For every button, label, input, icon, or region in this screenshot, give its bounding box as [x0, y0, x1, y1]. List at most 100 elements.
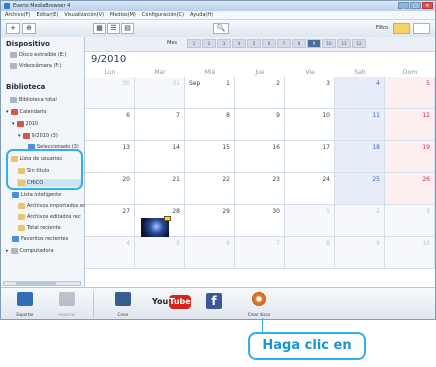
month-button-5[interactable]: 5 [247, 39, 261, 48]
month-button-2[interactable]: 2 [202, 39, 216, 48]
calendar-day-cell[interactable]: 1 Sep [185, 77, 235, 109]
calendar-day-cell[interactable]: 29 [185, 205, 235, 237]
calendar-day-cell[interactable]: 8 [285, 237, 335, 269]
calendar-day-cell[interactable]: 19 [385, 141, 435, 173]
calendar-day-cell[interactable]: 1 [285, 205, 335, 237]
calendar-day-cell[interactable]: 5 [135, 237, 185, 269]
sidebar-item-recent-total[interactable]: Total reciente [18, 225, 61, 231]
calendar-day-cell[interactable]: 22 [185, 173, 235, 205]
calendar-day-cell[interactable]: 11 [335, 109, 385, 141]
calendar-day-cell[interactable]: 21 [135, 173, 185, 205]
calendar-day-cell[interactable]: 23 [235, 173, 285, 205]
month-button-12[interactable]: 12 [352, 39, 366, 48]
calendar-day-cell[interactable]: 30 [235, 205, 285, 237]
calendar-day-cell[interactable]: 20 [85, 173, 135, 205]
menu-ayuda[interactable]: Ayuda(H) [190, 11, 213, 19]
edit-icon[interactable] [413, 23, 430, 34]
day-number: 7 [276, 240, 280, 247]
sidebar-item-removable-disk[interactable]: Disco extraíble (E:) [10, 52, 67, 58]
menu-visualizacion[interactable]: Visualización(V) [64, 11, 104, 19]
facebook-button[interactable]: f [206, 293, 222, 309]
calendar-view-icon[interactable]: ▤ [121, 23, 134, 34]
create-button[interactable]: Crear [105, 288, 141, 319]
search-icon[interactable]: 🔍 [213, 23, 229, 34]
calendar-day-cell[interactable]: 27 [85, 205, 135, 237]
sidebar-item-smart-list[interactable]: Lista inteligente [12, 192, 61, 198]
month-button-3[interactable]: 3 [217, 39, 231, 48]
calendar-day-cell[interactable]: 16 [235, 141, 285, 173]
month-button-6[interactable]: 6 [262, 39, 276, 48]
day-number: 4 [376, 80, 380, 87]
month-button-10[interactable]: 10 [322, 39, 336, 48]
video-thumbnail[interactable] [141, 216, 171, 237]
sidebar-item-library-total[interactable]: Biblioteca total [10, 97, 57, 103]
month-button-4[interactable]: 4 [232, 39, 246, 48]
scrollbar-thumb[interactable] [16, 282, 56, 285]
calendar-day-cell[interactable]: 3 [385, 205, 435, 237]
calendar-day-cell[interactable]: 10 [385, 237, 435, 269]
calendar-day-cell[interactable]: 26 [385, 173, 435, 205]
calendar-day-cell[interactable]: 2 [335, 205, 385, 237]
list-view-icon[interactable]: ☰ [107, 23, 120, 34]
calendar-day-cell[interactable]: 31 [135, 77, 185, 109]
youtube-button[interactable]: You Tube [152, 294, 192, 310]
maximize-button[interactable]: □ [410, 2, 421, 9]
month-button-7[interactable]: 7 [277, 39, 291, 48]
sidebar-item-sep-2010[interactable]: ▾ 9/2010 (3) [18, 133, 58, 139]
sidebar-item-recent-favorites[interactable]: Favoritos recientes [12, 236, 68, 242]
calendar-day-cell[interactable]: 13 [85, 141, 135, 173]
folder-icon [18, 203, 25, 209]
calendar-day-cell[interactable]: 8 [185, 109, 235, 141]
calendar-day-cell[interactable]: 24 [285, 173, 335, 205]
calendar-day-cell[interactable]: 15 [185, 141, 235, 173]
calendar-day-cell[interactable]: 25 [335, 173, 385, 205]
sidebar-item-imported[interactable]: Archivos importados en [18, 203, 86, 209]
export-button[interactable]: Exportar [7, 288, 43, 319]
filter-icon[interactable] [393, 23, 410, 34]
menu-editar[interactable]: Editar(E) [36, 11, 58, 19]
month-button-1[interactable]: 1 [187, 39, 201, 48]
calendar-day-cell[interactable]: 2 [235, 77, 285, 109]
calendar-day-cell[interactable]: 5 [385, 77, 435, 109]
calendar-day-cell[interactable]: 7 [235, 237, 285, 269]
thumbnail-view-icon[interactable]: ▦ [93, 23, 106, 34]
calendar-day-cell[interactable]: 4 [335, 77, 385, 109]
menu-archivo[interactable]: Archivo(F) [5, 11, 30, 19]
sidebar-item-2010[interactable]: ▾ 2010 [12, 121, 38, 127]
calendar-day-cell[interactable]: 6 [185, 237, 235, 269]
calendar-day-cell[interactable]: 18 [335, 141, 385, 173]
plus-button[interactable]: + [6, 23, 20, 34]
import-button[interactable]: Importar [49, 288, 85, 319]
calendar-day-cell[interactable]: 9 [235, 109, 285, 141]
create-disc-button[interactable]: Crear disco [241, 288, 277, 319]
day-number: 2 [276, 80, 280, 87]
day-number: 17 [322, 144, 330, 151]
menu-configuracion[interactable]: Configuración(C) [142, 11, 184, 19]
calendar-day-cell[interactable]: 10 [285, 109, 335, 141]
calendar-day-cell[interactable]: 14 [135, 141, 185, 173]
add-button[interactable]: ⊕ [22, 23, 36, 34]
sidebar-item-edited[interactable]: Archivos editados rec [18, 214, 81, 220]
close-button[interactable]: × [422, 2, 433, 9]
sidebar-item-videocamera[interactable]: Videocámara (F:) [10, 63, 62, 69]
calendar-day-cell[interactable]: 7 [135, 109, 185, 141]
sidebar-item-calendar[interactable]: ▾ Calendario [6, 109, 46, 115]
calendar-day-cell[interactable]: 9 [335, 237, 385, 269]
calendar-day-cell[interactable]: 17 [285, 141, 335, 173]
calendar-day-cell[interactable]: 4 [85, 237, 135, 269]
calendar-day-cell[interactable]: 30 [85, 77, 135, 109]
minimize-button[interactable]: _ [398, 2, 409, 9]
folder-icon [18, 214, 25, 220]
calendar-day-cell[interactable]: 12 [385, 109, 435, 141]
month-button-11[interactable]: 11 [337, 39, 351, 48]
sidebar-scrollbar[interactable] [3, 281, 81, 286]
menu-medios[interactable]: Medios(M) [110, 11, 136, 19]
calendar-day-cell[interactable]: 3 [285, 77, 335, 109]
day-number: 12 [422, 112, 430, 119]
month-button-8[interactable]: 8 [292, 39, 306, 48]
calendar-day-cell[interactable]: 28 [135, 205, 185, 237]
calendar-day-cell[interactable]: 6 [85, 109, 135, 141]
day-number: 28 [172, 208, 180, 215]
month-button-9[interactable]: 9 [307, 39, 321, 48]
sidebar-item-computer[interactable]: ▸ Computadora [6, 248, 54, 254]
